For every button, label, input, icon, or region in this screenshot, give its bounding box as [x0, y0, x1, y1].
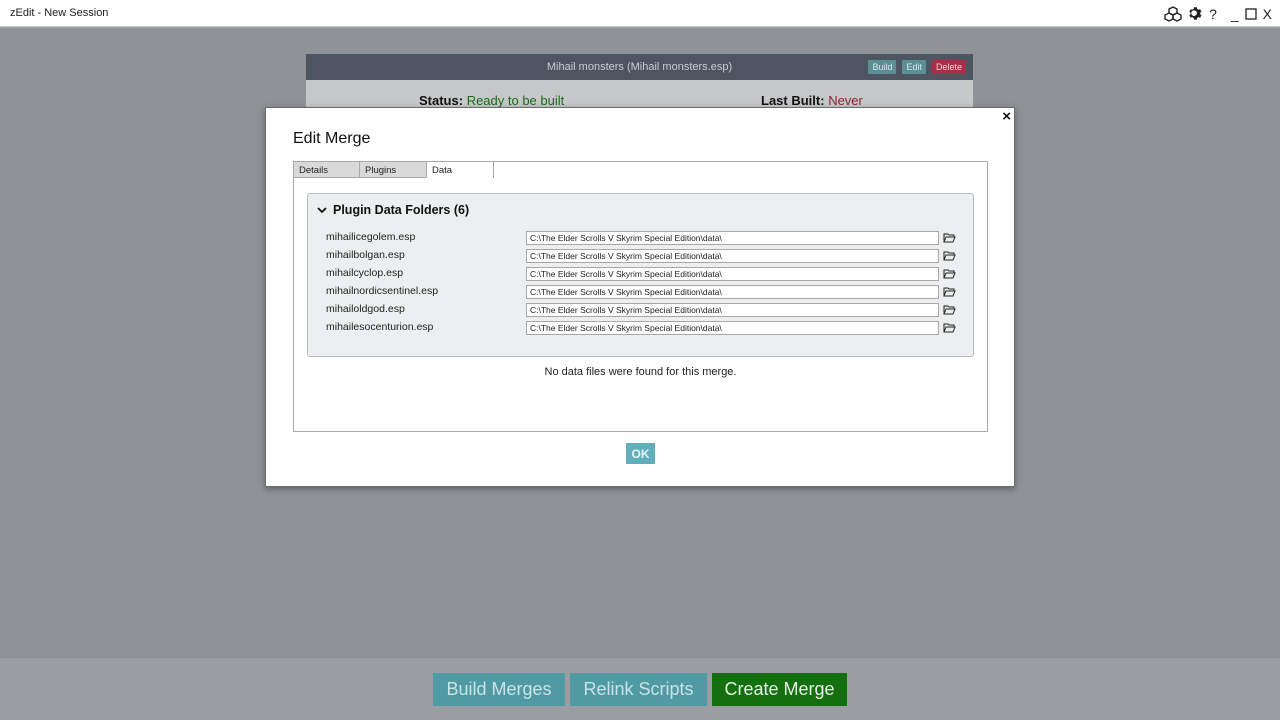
- folder-row: mihailesocenturion.esp: [326, 320, 966, 338]
- minimize-icon[interactable]: _: [1231, 4, 1239, 23]
- folder-open-icon[interactable]: [943, 284, 956, 302]
- folder-rows: mihailicegolem.esp mihailbolgan.esp miha…: [326, 230, 966, 338]
- folder-row: mihailbolgan.esp: [326, 248, 966, 266]
- data-path-input[interactable]: [526, 267, 939, 281]
- window-controls: ? _ X: [1164, 4, 1272, 23]
- modal-tabs: Details Plugins Data: [293, 161, 988, 178]
- folder-row: mihailnordicsentinel.esp: [326, 284, 966, 302]
- modal-title: Edit Merge: [293, 130, 371, 147]
- data-path-input[interactable]: [526, 303, 939, 317]
- data-path-input[interactable]: [526, 231, 939, 245]
- tab-plugins[interactable]: Plugins: [359, 161, 427, 178]
- bottom-bar: Build Merges Relink Scripts Create Merge: [0, 657, 1280, 720]
- plugin-name: mihailcyclop.esp: [326, 267, 404, 279]
- data-path-input[interactable]: [526, 321, 939, 335]
- merge-card-buttons: Build Edit Delete: [868, 60, 966, 74]
- merge-card-header: Mihail monsters (Mihail monsters.esp) Bu…: [306, 54, 973, 80]
- plugin-name: mihailicegolem.esp: [326, 231, 416, 243]
- folder-open-icon[interactable]: [943, 320, 956, 338]
- no-data-message: No data files were found for this merge.: [544, 366, 737, 378]
- data-path-input[interactable]: [526, 249, 939, 263]
- folder-open-icon[interactable]: [943, 230, 956, 248]
- last-built-label: Last Built:: [761, 93, 825, 108]
- plugin-data-folders-panel: Plugin Data Folders (6) mihailicegolem.e…: [307, 193, 974, 357]
- status-value: Ready to be built: [466, 93, 565, 108]
- relink-scripts-button[interactable]: Relink Scripts: [570, 673, 707, 706]
- plugin-name: mihailoldgod.esp: [326, 303, 405, 315]
- last-built-value: Never: [828, 93, 863, 108]
- chevron-down-icon: [317, 203, 327, 217]
- plugin-name: mihailbolgan.esp: [326, 249, 405, 261]
- folder-row: mihailicegolem.esp: [326, 230, 966, 248]
- folder-row: mihailcyclop.esp: [326, 266, 966, 284]
- edit-merge-modal: × Edit Merge Details Plugins Data Plugin…: [265, 107, 1015, 487]
- status-label: Status:: [419, 93, 464, 108]
- create-merge-button[interactable]: Create Merge: [712, 673, 847, 706]
- gear-icon[interactable]: [1188, 4, 1203, 23]
- tab-strip-filler: [493, 161, 988, 178]
- plugin-data-folders-title: Plugin Data Folders (6): [333, 203, 470, 217]
- plugin-data-folders-header[interactable]: Plugin Data Folders (6): [317, 203, 469, 217]
- dice-icon[interactable]: [1164, 4, 1182, 23]
- plugin-name: mihailnordicsentinel.esp: [326, 285, 439, 297]
- close-icon[interactable]: X: [1263, 4, 1272, 23]
- maximize-icon[interactable]: [1245, 4, 1257, 23]
- data-path-input[interactable]: [526, 285, 939, 299]
- build-button[interactable]: Build: [868, 60, 897, 74]
- folder-open-icon[interactable]: [943, 266, 956, 284]
- delete-button[interactable]: Delete: [931, 60, 966, 74]
- folder-row: mihailoldgod.esp: [326, 302, 966, 320]
- tab-details[interactable]: Details: [293, 161, 360, 178]
- merge-card: Mihail monsters (Mihail monsters.esp) Bu…: [306, 54, 973, 114]
- merge-last-built: Last Built: Never: [761, 93, 863, 108]
- edit-button[interactable]: Edit: [902, 60, 926, 74]
- folder-open-icon[interactable]: [943, 248, 956, 266]
- app-title: zEdit - New Session: [10, 7, 109, 19]
- help-icon[interactable]: ?: [1209, 4, 1217, 23]
- title-bar: zEdit - New Session ? _ X: [0, 0, 1280, 27]
- build-merges-button[interactable]: Build Merges: [433, 673, 565, 706]
- folder-open-icon[interactable]: [943, 302, 956, 320]
- plugin-name: mihailesocenturion.esp: [326, 321, 434, 333]
- ok-button[interactable]: OK: [626, 443, 655, 464]
- tab-data[interactable]: Data: [426, 161, 494, 178]
- merge-status: Status: Ready to be built: [419, 93, 564, 108]
- data-tab-panel: Plugin Data Folders (6) mihailicegolem.e…: [293, 178, 988, 432]
- modal-close-icon[interactable]: ×: [1002, 109, 1011, 124]
